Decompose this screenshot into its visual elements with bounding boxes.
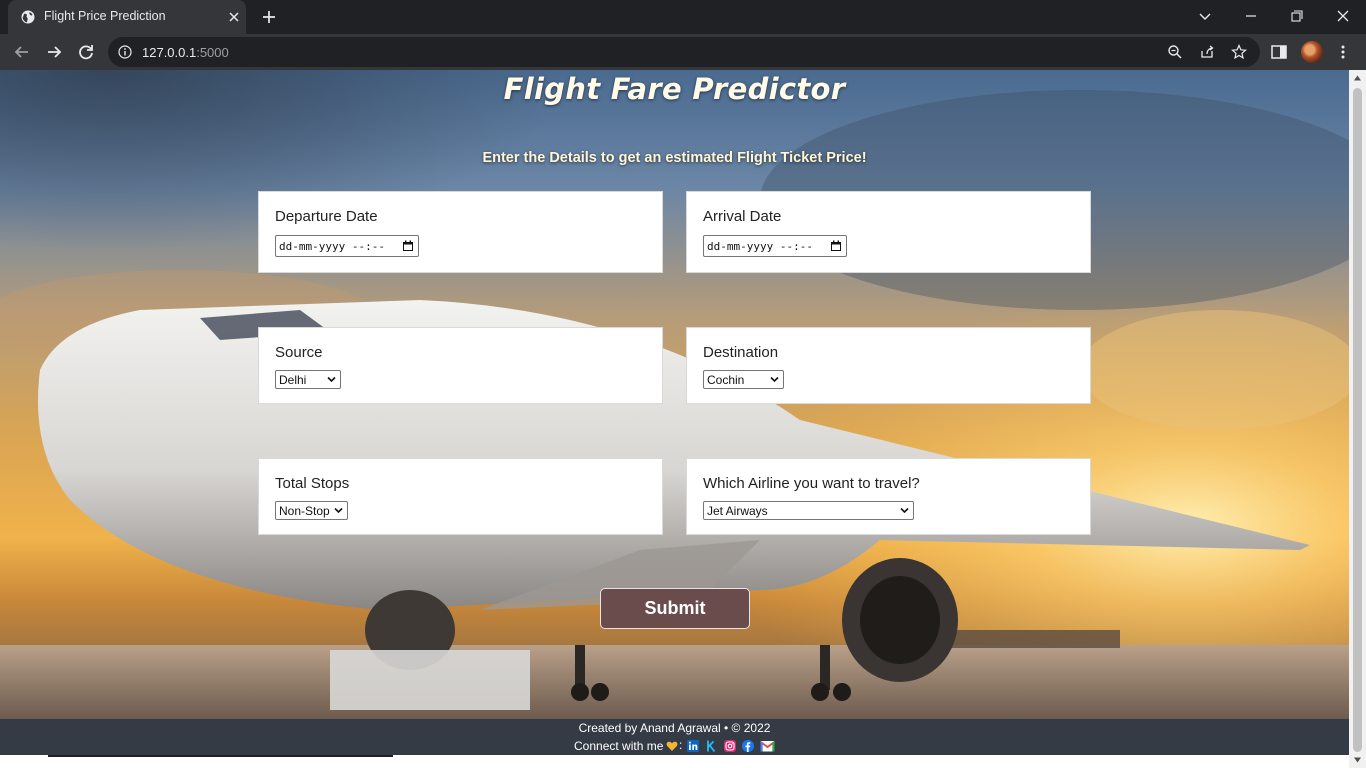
scroll-up-icon[interactable] (1353, 74, 1362, 82)
departure-date-input[interactable]: dd-mm-yyyy --:-- (275, 235, 419, 257)
kaggle-icon[interactable] (705, 740, 717, 752)
close-tab-icon[interactable] (226, 9, 242, 25)
arrival-date-label: Arrival Date (703, 208, 782, 225)
menu-kebab-icon[interactable] (1334, 43, 1352, 61)
scrollbar-thumb[interactable] (1353, 88, 1362, 752)
new-tab-icon[interactable] (260, 8, 278, 26)
chevron-down-icon (900, 507, 909, 514)
departure-date-value: dd-mm-yyyy --:-- (279, 240, 385, 253)
share-icon[interactable] (1199, 44, 1215, 60)
colon-separator: : (679, 738, 683, 752)
airline-label: Which Airline you want to travel? (703, 475, 920, 492)
scroll-down-icon[interactable] (1353, 756, 1362, 764)
vertical-scrollbar[interactable] (1349, 70, 1366, 768)
gmail-icon[interactable] (760, 740, 775, 752)
divider (48, 755, 393, 757)
source-label: Source (275, 344, 323, 361)
connect-label: Connect with me (574, 739, 664, 753)
destination-card: Destination Cochin (686, 327, 1091, 404)
chevron-down-icon (334, 507, 343, 514)
tab-title: Flight Price Prediction (44, 9, 166, 23)
arrival-date-value: dd-mm-yyyy --:-- (707, 240, 813, 253)
departure-date-card: Departure Date dd-mm-yyyy --:-- (258, 191, 663, 273)
page-title: Flight Fare Predictor (503, 72, 846, 106)
globe-icon (21, 10, 35, 24)
airline-card: Which Airline you want to travel? Jet Ai… (686, 458, 1091, 535)
departure-date-label: Departure Date (275, 208, 378, 225)
total-stops-label: Total Stops (275, 475, 350, 492)
heart-icon (666, 741, 678, 751)
destination-label: Destination (703, 344, 779, 361)
zoom-icon[interactable] (1167, 44, 1183, 60)
submit-button[interactable]: Submit (600, 588, 750, 629)
source-selected: Delhi (279, 373, 307, 387)
profile-avatar[interactable] (1301, 41, 1323, 63)
tab-search-icon[interactable] (1193, 6, 1217, 28)
destination-selected: Cochin (707, 373, 745, 387)
source-card: Source Delhi (258, 327, 663, 404)
chevron-down-icon (327, 376, 336, 383)
instagram-icon[interactable] (724, 740, 736, 752)
source-select[interactable]: Delhi (275, 370, 341, 389)
url-port: :5000 (196, 45, 229, 60)
site-info-icon[interactable] (118, 45, 132, 59)
page-footer: Created by Anand Agrawal • © 2022 Connec… (0, 719, 1349, 755)
bookmark-star-icon[interactable] (1231, 44, 1247, 60)
page-subtitle: Enter the Details to get an estimated Fl… (482, 150, 867, 166)
page-viewport: Flight Fare Predictor Enter the Details … (0, 70, 1349, 768)
chevron-down-icon (770, 376, 779, 383)
browser-tab-strip: Flight Price Prediction (0, 0, 1366, 34)
minimize-icon[interactable] (1239, 6, 1263, 28)
close-window-icon[interactable] (1331, 6, 1355, 28)
total-stops-card: Total Stops Non-Stop (258, 458, 663, 535)
destination-select[interactable]: Cochin (703, 370, 784, 389)
total-stops-select[interactable]: Non-Stop (275, 501, 348, 520)
arrival-date-card: Arrival Date dd-mm-yyyy --:-- (686, 191, 1091, 273)
url-host: 127.0.0.1 (142, 45, 197, 60)
address-bar[interactable]: 127.0.0.1:5000 (108, 37, 1260, 67)
linkedin-icon[interactable] (687, 740, 699, 752)
calendar-icon[interactable] (402, 240, 414, 252)
browser-toolbar: 127.0.0.1:5000 (0, 34, 1366, 70)
footer-connect-text: Connect with me (574, 739, 663, 753)
restore-icon[interactable] (1285, 6, 1309, 28)
total-stops-selected: Non-Stop (279, 504, 330, 518)
arrival-date-input[interactable]: dd-mm-yyyy --:-- (703, 235, 847, 257)
back-icon[interactable] (11, 41, 33, 63)
forward-icon[interactable] (43, 41, 65, 63)
calendar-icon[interactable] (830, 240, 842, 252)
reload-icon[interactable] (75, 41, 97, 63)
side-panel-icon[interactable] (1270, 43, 1288, 61)
facebook-icon[interactable] (742, 740, 754, 752)
airline-selected: Jet Airways (707, 504, 768, 518)
airline-select[interactable]: Jet Airways (703, 501, 914, 520)
browser-tab[interactable]: Flight Price Prediction (8, 0, 246, 34)
page-bottom-strip (0, 755, 1349, 768)
footer-credit: Created by Anand Agrawal • © 2022 (578, 721, 771, 735)
url-text[interactable]: 127.0.0.1:5000 (142, 45, 229, 60)
